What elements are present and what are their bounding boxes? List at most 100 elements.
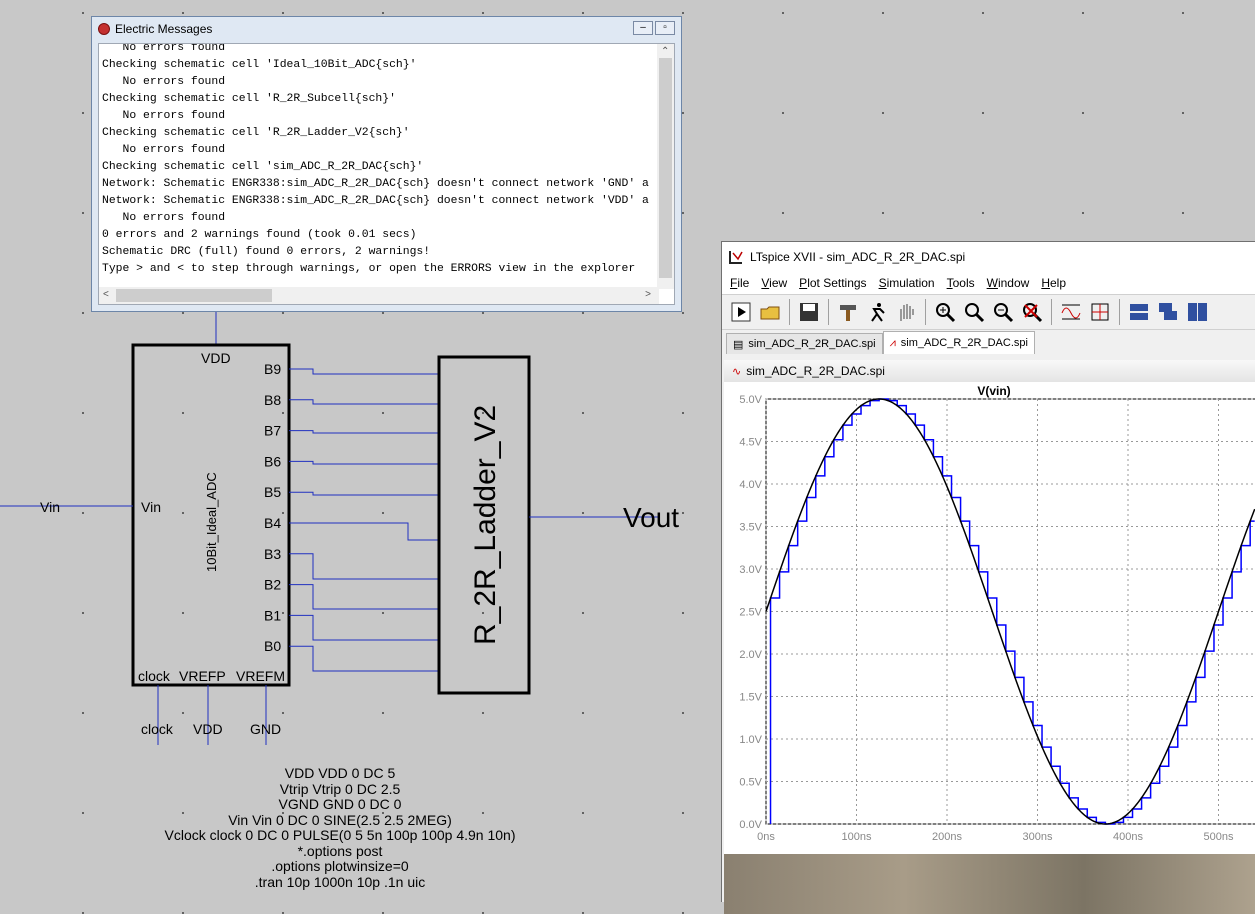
plot-window-titlebar[interactable]: ∿ sim_ADC_R_2R_DAC.spi xyxy=(724,360,1255,382)
bit-wire-b8 xyxy=(289,399,439,405)
plot-title: V(vin) xyxy=(977,384,1010,398)
menu-tools[interactable]: Tools xyxy=(941,276,981,290)
waveform-small-icon: ∿ xyxy=(732,365,742,378)
messages-text-area[interactable]: No errors found Checking schematic cell '… xyxy=(98,43,675,305)
bit-wire-b7 xyxy=(289,430,439,434)
bit-wire-b9 xyxy=(289,368,439,375)
waveform-viewer[interactable]: ∿ sim_ADC_R_2R_DAC.spi V(vin) 0.0V 0.5V 1.0… xyxy=(724,360,1255,914)
adc-pin-b7-label: B7 xyxy=(264,423,281,439)
menu-window[interactable]: Window xyxy=(981,276,1036,290)
y-tick-label: 4.5V xyxy=(739,437,762,449)
y-tick-label: 4.0V xyxy=(739,479,762,491)
electric-app-icon xyxy=(98,23,110,35)
vertical-scrollbar[interactable]: ⌃ xyxy=(657,44,674,289)
message-line: No errors found xyxy=(102,144,226,156)
scroll-up-icon[interactable]: ⌃ xyxy=(661,46,669,57)
halt-hand-icon[interactable] xyxy=(893,299,919,325)
minimize-button[interactable]: – xyxy=(633,21,653,35)
run-icon[interactable] xyxy=(728,299,754,325)
scroll-right-icon[interactable]: > xyxy=(645,289,651,300)
adc-pin-b0-label: B0 xyxy=(264,638,281,654)
bit-wire-b0 xyxy=(289,645,439,672)
zoom-in-icon[interactable] xyxy=(932,299,958,325)
menu-simulation[interactable]: Simulation xyxy=(873,276,941,290)
x-tick-label: 200ns xyxy=(932,831,962,843)
netlist-line: *.options post xyxy=(297,842,383,859)
message-line: Checking schematic cell 'R_2R_Subcell{sc… xyxy=(102,93,396,105)
menu-plot-settings[interactable]: Plot Settings xyxy=(793,276,872,290)
ltspice-window[interactable]: LTspice XVII - sim_ADC_R_2R_DAC.spi File… xyxy=(721,241,1255,914)
desktop-background xyxy=(724,854,1255,914)
netlist-line: .tran 10p 1000n 10p .1n uic xyxy=(254,873,426,890)
ltspice-title: LTspice XVII - sim_ADC_R_2R_DAC.spi xyxy=(750,250,966,264)
maximize-button[interactable]: ▫ xyxy=(655,21,675,35)
message-line: Checking schematic cell 'R_2R_Ladder_V2{… xyxy=(102,127,410,139)
horizontal-scrollbar[interactable]: < > xyxy=(99,287,659,304)
netlist-line: VDD VDD 0 DC 5 xyxy=(284,765,396,781)
clock-net-label: clock xyxy=(141,721,174,737)
vin-net-label: Vin xyxy=(40,499,60,515)
zoom-pan-icon[interactable] xyxy=(961,299,987,325)
hammer-icon[interactable] xyxy=(835,299,861,325)
messages-titlebar[interactable]: Electric Messages xyxy=(92,17,681,41)
run-figure-icon[interactable] xyxy=(864,299,890,325)
message-line: No errors found xyxy=(102,43,226,54)
bit-wire-b5 xyxy=(289,491,439,496)
netlist-line: Vin Vin 0 DC 0 SINE(2.5 2.5 2MEG) xyxy=(228,811,452,828)
save-icon[interactable] xyxy=(796,299,822,325)
adc-vin-pin-label: Vin xyxy=(141,499,161,515)
ladder-name-label: R_2R_Ladder_V2 xyxy=(469,405,502,645)
bit-wire-b2 xyxy=(289,584,439,610)
cascade-icon[interactable] xyxy=(1155,299,1181,325)
bit-wire-b3 xyxy=(289,553,439,580)
adc-pin-b3-label: B3 xyxy=(264,546,281,562)
menu-file[interactable]: File xyxy=(724,276,755,290)
netlist-line: Vclock clock 0 DC 0 PULSE(0 5 5n 100p 10… xyxy=(164,827,516,843)
toolbar xyxy=(722,294,1255,330)
adc-vrefp-pin-label: VREFP xyxy=(179,668,226,684)
autorange-icon[interactable] xyxy=(1058,299,1084,325)
vout-net-label: Vout xyxy=(623,502,679,533)
tab-netlist-label: sim_ADC_R_2R_DAC.spi xyxy=(748,338,876,350)
x-tick-label: 0ns xyxy=(757,831,775,843)
waveform-plot[interactable]: V(vin) 0.0V 0.5V 1.0V 1.5V 2.0V 2.5V 3.0V 3.5V 4.… xyxy=(724,384,1255,854)
tab-waveform[interactable]: ⩘ sim_ADC_R_2R_DAC.spi xyxy=(882,331,1035,354)
electric-messages-window[interactable]: Electric Messages – ▫ No errors found Che… xyxy=(91,16,682,312)
zoom-fit-icon[interactable] xyxy=(1019,299,1045,325)
message-line: Checking schematic cell 'Ideal_10Bit_ADC… xyxy=(102,59,417,71)
open-folder-icon[interactable] xyxy=(757,299,783,325)
tile-vertical-icon[interactable] xyxy=(1184,299,1210,325)
message-line: Network: Schematic ENGR338:sim_ADC_R_2R_… xyxy=(102,195,649,207)
ltspice-titlebar[interactable]: LTspice XVII - sim_ADC_R_2R_DAC.spi xyxy=(722,242,1255,272)
grid-icon[interactable] xyxy=(1087,299,1113,325)
adc-clock-pin-label: clock xyxy=(138,668,171,684)
adc-pin-b6-label: B6 xyxy=(264,453,281,469)
message-line: No errors found xyxy=(102,76,226,88)
x-tick-label: 300ns xyxy=(1023,831,1053,843)
menu-bar: File View Plot Settings Simulation Tools… xyxy=(722,272,1255,294)
adc-pin-b9-label: B9 xyxy=(264,361,281,377)
tab-netlist[interactable]: ▤ sim_ADC_R_2R_DAC.spi xyxy=(726,333,883,354)
y-tick-label: 1.5V xyxy=(739,692,762,704)
scroll-left-icon[interactable]: < xyxy=(103,289,109,300)
bit-wire-b4 xyxy=(289,522,439,541)
plot-window-title: sim_ADC_R_2R_DAC.spi xyxy=(746,364,885,378)
spice-directives[interactable]: VDD VDD 0 DC 5 Vtrip Vtrip 0 DC 2.5 VGND G… xyxy=(140,765,540,890)
message-line: Network: Schematic ENGR338:sim_ADC_R_2R_… xyxy=(102,178,649,190)
message-line: 0 errors and 2 warnings found (took 0.01… xyxy=(102,229,417,241)
netlist-line: Vtrip Vtrip 0 DC 2.5 xyxy=(279,780,401,797)
waveform-icon: ⩘ xyxy=(889,336,896,349)
y-tick-label: 3.5V xyxy=(739,522,762,534)
tile-horizontal-icon[interactable] xyxy=(1126,299,1152,325)
menu-help[interactable]: Help xyxy=(1035,276,1072,290)
bit-wire-b1 xyxy=(289,614,439,641)
messages-title: Electric Messages xyxy=(115,22,213,36)
y-tick-label: 0.0V xyxy=(739,819,762,831)
message-line: Type > and < to step through warnings, o… xyxy=(102,263,636,275)
adc-pin-b4-label: B4 xyxy=(264,515,281,531)
y-tick-label: 1.0V xyxy=(739,734,762,746)
zoom-out-icon[interactable] xyxy=(990,299,1016,325)
message-line: No errors found xyxy=(102,110,226,122)
ltspice-logo-icon xyxy=(729,251,743,264)
menu-view[interactable]: View xyxy=(755,276,793,290)
